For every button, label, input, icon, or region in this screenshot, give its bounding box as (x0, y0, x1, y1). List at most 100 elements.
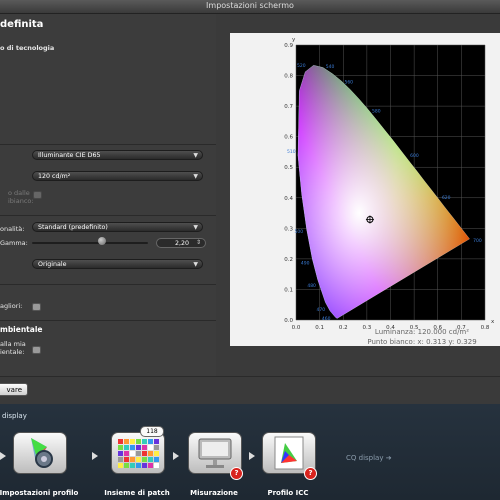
patch-swatch (148, 445, 153, 450)
gear-icon (13, 432, 67, 474)
patch-swatch (154, 457, 159, 462)
patch-swatch (118, 463, 123, 468)
wavelength-label: 620 (442, 195, 451, 201)
ambient-checkbox[interactable] (32, 346, 41, 354)
arrow-right-icon (249, 452, 255, 460)
patch-swatch (136, 463, 141, 468)
patch-count-badge: 118 (140, 426, 164, 437)
wavelength-label: 480 (307, 283, 316, 289)
section-divider (0, 144, 216, 145)
patch-swatch (130, 445, 135, 450)
wavelength-label: 500 (294, 229, 303, 235)
improvements-checkbox[interactable] (32, 303, 41, 311)
patch-swatch (142, 439, 147, 444)
patch-swatch (142, 463, 147, 468)
window-titlebar: Impostazioni schermo (0, 0, 500, 14)
patch-swatch (130, 451, 135, 456)
patch-swatch (124, 445, 129, 450)
patch-swatch (142, 451, 147, 456)
section-divider (0, 320, 216, 321)
luminance-dropdown[interactable]: 120 cd/m² ▼ (32, 171, 203, 181)
illuminant-dropdown[interactable]: Illuminante CIE D65 ▼ (32, 150, 203, 160)
patch-swatch (130, 439, 135, 444)
step-label: Impostazioni profilo (0, 489, 79, 497)
x-tick-label: 0.2 (339, 325, 348, 331)
section-divider (0, 284, 216, 285)
wavelength-label: 700 (473, 238, 482, 244)
next-step-link[interactable]: CQ display ➔ (346, 454, 392, 462)
patch-swatch (124, 439, 129, 444)
workflow-title: display (2, 412, 27, 420)
x-tick-label: 0.1 (315, 325, 324, 331)
patch-swatch (118, 451, 123, 456)
y-tick-label: 0.5 (284, 165, 293, 171)
cie-chromaticity-chart: 0.0 0.1 0.2 0.3 0.4 0.5 0.6 0.7 0.8 0.0 0.1 0.2 0.3 0… (284, 37, 495, 346)
from-label-line1: o dalle (8, 189, 30, 197)
ambient-label-line1: alla mia (0, 340, 26, 348)
from-checkbox[interactable] (33, 191, 42, 199)
patch-swatch (154, 445, 159, 450)
gamma-slider-knob[interactable] (97, 237, 106, 245)
gamma-stepper[interactable]: 2,20 ⇕ (156, 238, 206, 248)
patch-swatch (136, 457, 141, 462)
patch-swatch (148, 463, 153, 468)
button-bar: vare (0, 376, 500, 405)
patch-swatch (118, 439, 123, 444)
settings-heading: definita (0, 19, 44, 30)
illuminant-value: Illuminante CIE D65 (38, 152, 101, 159)
tonality-value: Standard (predefinito) (38, 224, 108, 231)
patch-swatch (154, 463, 159, 468)
wavelength-label: 490 (301, 260, 310, 266)
patch-swatch (136, 445, 141, 450)
wavelength-label: 460 (322, 316, 331, 322)
wavelength-label: 540 (326, 64, 335, 70)
patch-swatch (118, 457, 123, 462)
chart-panel: 0.0 0.1 0.2 0.3 0.4 0.5 0.6 0.7 0.8 0.0 0.1 0.2 0.3 0… (230, 33, 500, 346)
patch-swatch (136, 439, 141, 444)
ambient-label-line2: ientale: (0, 348, 25, 356)
patch-swatch (124, 457, 129, 462)
patch-swatch (124, 451, 129, 456)
workflow-bar: display Impostazioni profilo 118 Insieme… (0, 404, 500, 500)
patch-swatch (130, 457, 135, 462)
warning-icon: ? (230, 467, 243, 480)
step-label: Profilo ICC (267, 489, 309, 497)
wavelength-label: 510 (287, 149, 296, 155)
wavelength-label: 600 (410, 153, 419, 159)
ambient-heading: mbientale (0, 325, 43, 334)
patch-swatch (142, 457, 147, 462)
luminance-value: 120 cd/m² (38, 173, 71, 180)
y-tick-label: 0.2 (284, 257, 293, 263)
settings-panel: definita o di tecnologia Illuminante CIE… (0, 14, 216, 376)
x-tick-label: 0.0 (292, 325, 301, 331)
wavelength-label: 520 (297, 63, 306, 69)
gamma-label: Gamma: (0, 239, 28, 247)
next-step-label: CQ display (346, 454, 384, 462)
wavelength-label: 560 (344, 80, 353, 86)
wavelength-label: 470 (317, 307, 326, 313)
patch-grid-icon (111, 432, 165, 474)
patch-swatch (148, 451, 153, 456)
gamma-value: 2,20 (174, 240, 189, 247)
chart-area: 0.0 0.1 0.2 0.3 0.4 0.5 0.6 0.7 0.8 0.0 0.1 0.2 0.3 0… (216, 14, 500, 376)
window-title: Impostazioni schermo (206, 1, 294, 10)
patch-swatch (154, 451, 159, 456)
chevron-down-icon: ▼ (193, 261, 198, 268)
patch-swatch (118, 445, 123, 450)
chevron-down-icon: ▼ (193, 224, 198, 231)
step-label: Misurazione (190, 489, 238, 497)
save-button[interactable]: vare (0, 383, 28, 396)
patch-swatch (124, 463, 129, 468)
original-dropdown[interactable]: Originale ▼ (32, 259, 203, 269)
y-tick-label: 0.0 (284, 318, 293, 324)
tonality-dropdown[interactable]: Standard (predefinito) ▼ (32, 222, 203, 232)
chevron-down-icon: ▼ (193, 152, 198, 159)
y-tick-label: 0.9 (284, 43, 293, 49)
from-label-line2: ibianco: (8, 197, 34, 205)
y-tick-label: 0.3 (284, 226, 293, 232)
wavelength-label: 580 (372, 109, 381, 115)
stepper-arrows-icon[interactable]: ⇕ (196, 239, 201, 246)
y-tick-label: 0.4 (284, 196, 293, 202)
gamma-slider[interactable] (32, 242, 148, 244)
patch-swatch (154, 439, 159, 444)
